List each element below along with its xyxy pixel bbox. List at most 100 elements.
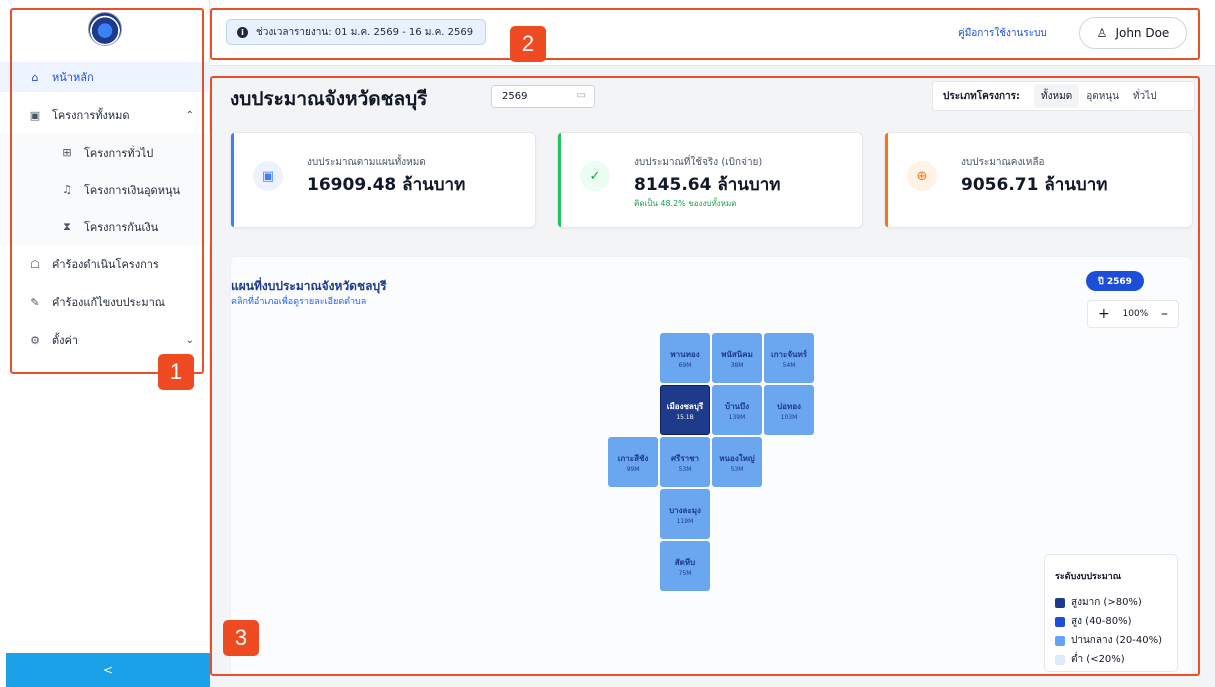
district-name: บ้านบึง xyxy=(724,401,750,411)
district-tile[interactable]: หนองใหญ่ 53M xyxy=(712,437,762,487)
sidebar-item-label: โครงการทั้งหมด xyxy=(52,109,130,122)
district-tile[interactable]: ศรีราชา 53M xyxy=(660,437,710,487)
district-tile[interactable]: เกาะจันทร์ 54M xyxy=(764,333,814,383)
district-value: 54M xyxy=(782,361,796,369)
legend-swatch xyxy=(1055,654,1065,665)
card-planned-budget: ▣ งบประมาณตามแผนทั้งหมด 16909.48 ล้านบาท xyxy=(230,132,536,228)
sidebar-item-general-projects[interactable]: ⊞ โครงการทั่วไป xyxy=(0,134,210,171)
legend-swatch xyxy=(1055,597,1065,608)
district-name: ศรีราชา xyxy=(670,453,700,463)
district-name: บ่อทอง xyxy=(777,401,801,411)
user-name: John Doe xyxy=(1115,26,1170,40)
annotation-badge-3: 3 xyxy=(223,620,259,656)
district-name: สัตหีบ xyxy=(674,557,696,567)
district-value: 53M xyxy=(730,465,744,473)
card-label: งบประมาณที่ใช้จริง (เบิกจ่าย) xyxy=(634,157,763,168)
district-value: 38M xyxy=(730,361,744,369)
sidebar-item-projects[interactable]: ▣ โครงการทั้งหมด ⌃ xyxy=(0,96,210,134)
legend-label: ปานกลาง (20-40%) xyxy=(1071,635,1163,646)
year-badge: ปี 2569 xyxy=(1086,271,1144,291)
legend-label: สูง (40-80%) xyxy=(1071,616,1132,627)
district-name: เมืองชลบุรี xyxy=(666,401,704,411)
chevron-down-icon: ⌄ xyxy=(185,334,194,346)
legend-item: ต่ำ (<20%) xyxy=(1055,650,1177,669)
bell-icon: ♫ xyxy=(62,183,72,196)
card-label: งบประมาณคงเหลือ xyxy=(961,157,1045,168)
district-name: พนัสนิคม xyxy=(721,349,753,359)
district-tile[interactable]: พานทอง 69M xyxy=(660,333,710,383)
sidebar-item-label: คำร้องแก้ไขงบประมาณ xyxy=(52,296,166,309)
district-value: 53M xyxy=(678,465,692,473)
logo xyxy=(88,12,122,46)
user-manual-link[interactable]: คู่มือการใช้งานระบบ xyxy=(958,26,1047,41)
legend-item: สูงมาก (>80%) xyxy=(1055,593,1177,612)
card-accent xyxy=(231,133,234,227)
calendar-icon: ▭ xyxy=(576,90,586,101)
legend-title: ระดับงบประมาณ xyxy=(1055,572,1122,582)
report-period: i ช่วงเวลารายงาน: 01 ม.ค. 2569 - 16 ม.ค.… xyxy=(226,19,487,45)
pencil-icon: ✎ xyxy=(30,295,40,309)
district-value: 69M xyxy=(678,361,692,369)
box-icon: ⊕ xyxy=(907,161,937,191)
user-menu-button[interactable]: ♙ John Doe xyxy=(1079,17,1187,49)
user-icon: ♙ xyxy=(1096,26,1108,40)
sidebar-item-project-requests[interactable]: ☖ คำร้องดำเนินโครงการ xyxy=(0,245,210,283)
annotation-badge-2: 2 xyxy=(510,26,546,62)
district-tile[interactable]: พนัสนิคม 38M xyxy=(712,333,762,383)
filter-option-all[interactable]: ทั้งหมด xyxy=(1034,84,1080,108)
chevron-up-icon: ⌃ xyxy=(185,109,194,121)
zoom-in-button[interactable]: + xyxy=(1098,306,1110,322)
wallet-icon: ▣ xyxy=(253,161,283,191)
district-value: 15.1B xyxy=(676,413,694,421)
sidebar-item-label: หน้าหลัก xyxy=(52,71,94,84)
legend-swatch xyxy=(1055,616,1065,627)
top-bar: i ช่วงเวลารายงาน: 01 ม.ค. 2569 - 16 ม.ค.… xyxy=(210,0,1215,66)
district-value: 119M xyxy=(676,517,694,525)
sidebar-item-label: โครงการทั่วไป xyxy=(84,146,154,160)
legend-item: ปานกลาง (20-40%) xyxy=(1055,631,1177,650)
sidebar-item-label: โครงการกันเงิน xyxy=(84,220,159,234)
district-name: เกาะสีชัง xyxy=(617,453,649,463)
info-icon: i xyxy=(237,26,248,38)
zoom-level: 100% xyxy=(1122,309,1149,319)
gear-icon: ⚙ xyxy=(30,333,40,347)
sidebar-collapse-button[interactable]: < xyxy=(6,653,210,687)
district-value: 99M xyxy=(626,465,640,473)
year-value: 2569 xyxy=(502,91,528,102)
sidebar-item-subsidy-projects[interactable]: ♫ โครงการเงินอุดหนุน xyxy=(0,171,210,208)
card-remaining-budget: ⊕ งบประมาณคงเหลือ 9056.71 ล้านบาท xyxy=(884,132,1193,228)
district-tile[interactable]: เกาะสีชัง 99M xyxy=(608,437,658,487)
page-title: งบประมาณจังหวัดชลบุรี xyxy=(230,88,428,110)
card-actual-spending: ✓ งบประมาณที่ใช้จริง (เบิกจ่าย) 8145.64 … xyxy=(557,132,863,228)
filter-option-general[interactable]: ทั่วไป xyxy=(1126,84,1164,108)
district-tile[interactable]: เมืองชลบุรี 15.1B xyxy=(660,385,710,435)
district-tile[interactable]: บางละมุง 119M xyxy=(660,489,710,539)
hourglass-icon: ⧗ xyxy=(63,219,71,233)
district-name: เกาะจันทร์ xyxy=(770,349,808,359)
sidebar-item-label: ตั้งค่า xyxy=(52,334,79,347)
map-subtitle: คลิกที่อำเภอเพื่อดูรายละเอียดตำบล xyxy=(231,297,367,307)
card-accent xyxy=(558,133,561,227)
legend-swatch xyxy=(1055,635,1065,646)
district-name: บางละมุง xyxy=(669,505,701,515)
sidebar-item-home[interactable]: ⌂ หน้าหลัก xyxy=(0,62,210,92)
sidebar-item-budget-requests[interactable]: ✎ คำร้องแก้ไขงบประมาณ xyxy=(0,283,210,321)
grid-icon: ⊞ xyxy=(62,146,72,159)
budget-map-panel: แผนที่งบประมาณจังหวัดชลบุรี คลิกที่อำเภอ… xyxy=(230,256,1193,677)
district-tile[interactable]: บ่อทอง 103M xyxy=(764,385,814,435)
zoom-out-button[interactable]: – xyxy=(1161,306,1168,322)
district-value: 75M xyxy=(678,569,692,577)
annotation-badge-1: 1 xyxy=(158,354,194,390)
shield-check-icon: ✓ xyxy=(580,161,610,191)
district-value: 103M xyxy=(780,413,798,421)
filter-option-subsidy[interactable]: อุดหนุน xyxy=(1079,84,1126,108)
project-type-filter: ประเภทโครงการ: ทั้งหมด อุดหนุน ทั่วไป xyxy=(932,81,1195,111)
request-icon: ☖ xyxy=(30,257,40,271)
card-value: 16909.48 ล้านบาท xyxy=(307,175,466,195)
district-tile[interactable]: บ้านบึง 139M xyxy=(712,385,762,435)
year-picker[interactable]: 2569 ▭ xyxy=(491,85,595,108)
sidebar-item-reserved-projects[interactable]: ⧗ โครงการกันเงิน xyxy=(0,208,210,245)
zoom-control: + 100% – xyxy=(1087,300,1179,328)
home-icon: ⌂ xyxy=(31,70,39,84)
district-tile[interactable]: สัตหีบ 75M xyxy=(660,541,710,591)
